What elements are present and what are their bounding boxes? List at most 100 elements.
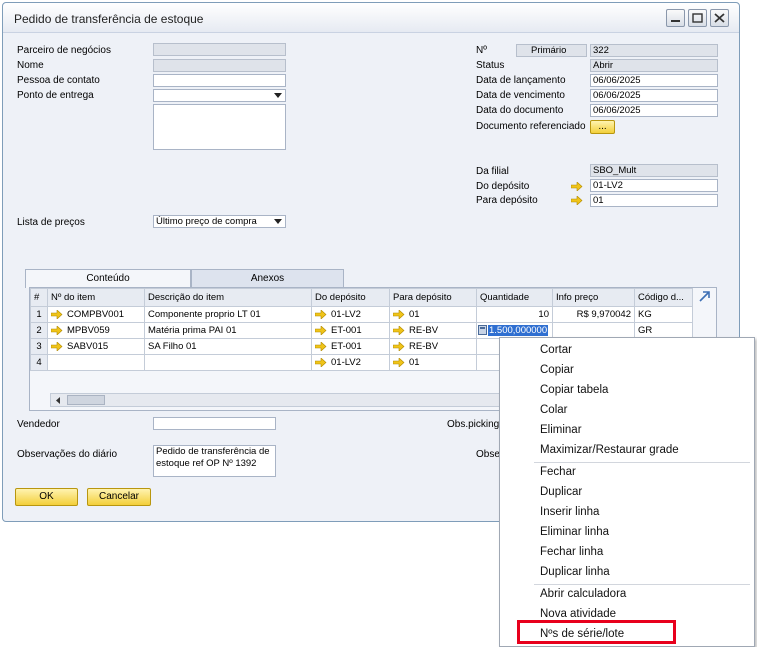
from-wh-value: ET-001 <box>331 325 362 336</box>
minimize-button[interactable] <box>666 9 685 27</box>
menu-item-copy[interactable]: Copiar <box>540 364 574 376</box>
link-arrow-icon[interactable] <box>571 196 583 205</box>
uom-code-cell[interactable]: KG <box>634 306 693 323</box>
posting-date-field[interactable]: 06/06/2025 <box>590 74 718 87</box>
link-arrow-icon[interactable] <box>315 357 327 367</box>
series-select[interactable]: Primário <box>516 44 587 57</box>
item-desc-cell[interactable] <box>144 354 312 371</box>
col-header[interactable]: Para depósito <box>389 288 477 307</box>
link-arrow-icon[interactable] <box>51 309 63 319</box>
to-warehouse-field[interactable]: 01 <box>590 194 718 207</box>
document-date-field[interactable]: 06/06/2025 <box>590 104 718 117</box>
window-title: Pedido de transferência de estoque <box>14 12 204 26</box>
col-header[interactable]: Info preço <box>552 288 635 307</box>
link-arrow-icon[interactable] <box>315 309 327 319</box>
menu-item-open-calculator[interactable]: Abrir calculadora <box>540 588 626 600</box>
price-info-cell[interactable]: R$ 9,970042 <box>552 306 635 323</box>
close-icon <box>714 13 725 23</box>
series-value: Primário <box>531 45 567 56</box>
link-arrow-icon[interactable] <box>393 341 405 351</box>
menu-item-copy-table[interactable]: Copiar tabela <box>540 384 608 396</box>
item-code-cell[interactable]: SABV015 <box>47 338 145 355</box>
to-warehouse-value: 01 <box>593 195 604 206</box>
link-arrow-icon[interactable] <box>393 357 405 367</box>
item-desc-cell[interactable]: SA Filho 01 <box>144 338 312 355</box>
cancel-button[interactable]: Cancelar <box>87 488 151 506</box>
referenced-doc-button[interactable]: ... <box>590 120 615 134</box>
link-arrow-icon[interactable] <box>571 182 583 191</box>
price-list-select[interactable]: Último preço de compra <box>153 215 286 228</box>
to-warehouse-label: Para depósito <box>476 195 538 206</box>
to-wh-cell[interactable]: RE-BV <box>389 322 477 339</box>
col-header[interactable]: # <box>30 288 48 307</box>
menu-item-maximize-grid[interactable]: Maximizar/Restaurar grade <box>540 444 679 456</box>
to-wh-cell[interactable]: RE-BV <box>389 338 477 355</box>
col-header[interactable]: Quantidade <box>476 288 553 307</box>
item-desc-cell[interactable]: Componente proprio LT 01 <box>144 306 312 323</box>
expand-grid-icon[interactable] <box>698 290 711 303</box>
picking-remarks-label: Obs.picking <box>447 419 500 430</box>
partner-field[interactable] <box>153 43 286 56</box>
scroll-thumb[interactable] <box>67 395 105 405</box>
menu-item-new-activity[interactable]: Nova atividade <box>540 608 616 620</box>
close-button[interactable] <box>710 9 729 27</box>
menu-item-close[interactable]: Fechar <box>540 466 576 478</box>
menu-item-paste[interactable]: Colar <box>540 404 567 416</box>
to-wh-value: 01 <box>409 357 420 368</box>
maximize-button[interactable] <box>688 9 707 27</box>
item-code: MPBV059 <box>67 325 110 336</box>
posting-date-label: Data de lançamento <box>476 75 566 86</box>
quantity-cell[interactable]: 10 <box>476 306 553 323</box>
link-arrow-icon[interactable] <box>393 309 405 319</box>
menu-item-close-row[interactable]: Fechar linha <box>540 546 603 558</box>
due-date-value: 06/06/2025 <box>593 90 641 101</box>
from-wh-cell[interactable]: ET-001 <box>311 338 390 355</box>
menu-item-insert-row[interactable]: Inserir linha <box>540 506 599 518</box>
to-wh-cell[interactable]: 01 <box>389 354 477 371</box>
link-arrow-icon[interactable] <box>315 325 327 335</box>
from-wh-value: 01-LV2 <box>331 357 361 368</box>
status-label: Status <box>476 60 505 71</box>
delivery-address-box[interactable] <box>153 104 286 150</box>
item-code-cell[interactable]: COMPBV001 <box>47 306 145 323</box>
to-wh-value: RE-BV <box>409 341 439 352</box>
menu-item-duplicate-row[interactable]: Duplicar linha <box>540 566 610 578</box>
price-list-label: Lista de preços <box>17 217 85 228</box>
from-wh-cell[interactable]: ET-001 <box>311 322 390 339</box>
menu-item-delete-row[interactable]: Eliminar linha <box>540 526 609 538</box>
due-date-field[interactable]: 06/06/2025 <box>590 89 718 102</box>
col-header[interactable]: Nº do item <box>47 288 145 307</box>
tab-contents[interactable]: Conteúdo <box>25 269 191 288</box>
link-arrow-icon[interactable] <box>51 341 63 351</box>
journal-remarks-field[interactable]: Pedido de transferência de estoque ref O… <box>153 445 276 477</box>
menu-item-cut[interactable]: Cortar <box>540 344 572 356</box>
from-warehouse-field[interactable]: 01-LV2 <box>590 179 718 192</box>
name-field[interactable] <box>153 59 286 72</box>
salesperson-field[interactable] <box>153 417 276 430</box>
col-header[interactable]: Código d... <box>634 288 693 307</box>
table-row[interactable]: 1 COMPBV001 Componente proprio LT 01 01-… <box>30 306 693 323</box>
to-wh-cell[interactable]: 01 <box>389 306 477 323</box>
item-code-cell[interactable]: MPBV059 <box>47 322 145 339</box>
from-wh-cell[interactable]: 01-LV2 <box>311 354 390 371</box>
col-header[interactable]: Do depósito <box>311 288 390 307</box>
link-arrow-icon[interactable] <box>51 325 63 335</box>
link-arrow-icon[interactable] <box>315 341 327 351</box>
delivery-point-select[interactable] <box>153 89 286 102</box>
scroll-left-icon[interactable] <box>54 396 62 405</box>
tab-attachments[interactable]: Anexos <box>191 269 344 287</box>
link-arrow-icon[interactable] <box>393 325 405 335</box>
contact-field[interactable] <box>153 74 286 87</box>
menu-item-delete[interactable]: Eliminar <box>540 424 582 436</box>
from-wh-cell[interactable]: 01-LV2 <box>311 306 390 323</box>
ok-button[interactable]: OK <box>15 488 78 506</box>
document-date-value: 06/06/2025 <box>593 105 641 116</box>
due-date-label: Data de vencimento <box>476 90 565 101</box>
item-code-cell[interactable] <box>47 354 145 371</box>
context-menu: Cortar Copiar Copiar tabela Colar Elimin… <box>499 337 755 647</box>
quantity-input-value[interactable]: 1.500,000000 <box>488 325 549 336</box>
menu-item-duplicate[interactable]: Duplicar <box>540 486 582 498</box>
col-header[interactable]: Descrição do item <box>144 288 312 307</box>
item-desc-cell[interactable]: Matéria prima PAI 01 <box>144 322 312 339</box>
journal-remarks-value: Pedido de transferência de estoque ref O… <box>156 446 270 469</box>
